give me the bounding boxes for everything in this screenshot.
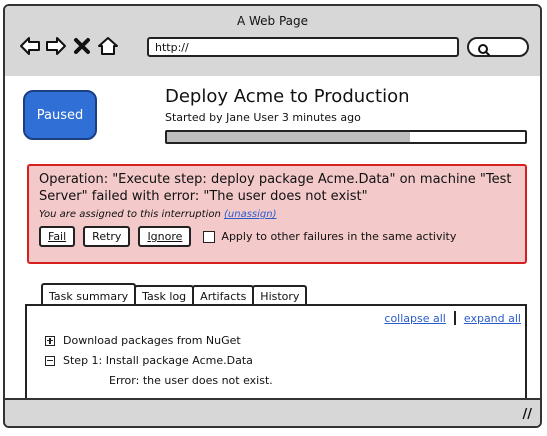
deployment-title: Deploy Acme to Production [165, 86, 410, 107]
fail-button[interactable]: Fail [39, 226, 76, 247]
apply-to-other-label: Apply to other failures in the same acti… [221, 230, 457, 243]
address-bar[interactable]: http:// [147, 37, 459, 57]
collapse-all-link[interactable]: collapse all [384, 312, 445, 325]
nav-buttons [19, 32, 123, 60]
assignment-text: You are assigned to this interruption [39, 209, 221, 220]
assignment-note: You are assigned to this interruption (u… [39, 209, 515, 220]
task-label: Download packages from NuGet [63, 334, 241, 347]
apply-to-other-checkbox[interactable] [203, 230, 216, 243]
list-item[interactable]: Step 1: Install package Acme.Data [45, 354, 253, 367]
tab-artifacts[interactable]: Artifacts [192, 285, 255, 305]
page-content: Paused Deploy Acme to Production Started… [5, 76, 540, 404]
browser-toolbar: A Web Page http:// [5, 6, 540, 78]
stop-icon[interactable] [71, 35, 93, 57]
page-title: A Web Page [236, 14, 309, 28]
browser-window: A Web Page http:// Paused Deploy Acme to… [3, 4, 542, 428]
home-icon[interactable] [97, 35, 119, 57]
action-buttons: Fail Retry Ignore Apply to other failure… [39, 226, 515, 247]
list-item[interactable]: Download packages from NuGet [45, 334, 241, 347]
task-error-text: Error: the user does not exist. [109, 374, 273, 387]
deployment-subtitle: Started by Jane User 3 minutes ago [165, 111, 361, 124]
panel-links: collapse all expand all [384, 311, 521, 325]
ignore-button[interactable]: Ignore [138, 226, 192, 247]
task-summary-panel: collapse all expand all Download package… [25, 304, 527, 404]
tab-task-summary[interactable]: Task summary [41, 283, 137, 305]
task-label: Step 1: Install package Acme.Data [63, 354, 253, 367]
unassign-link[interactable]: (unassign) [224, 209, 277, 220]
error-message: Operation: "Execute step: deploy package… [39, 172, 512, 204]
forward-arrow-icon[interactable] [45, 35, 67, 57]
expand-all-link[interactable]: expand all [464, 312, 521, 325]
progress-fill [167, 132, 411, 142]
status-badge: Paused [23, 90, 97, 140]
link-separator [453, 311, 456, 325]
resize-grip-icon[interactable]: // [523, 407, 533, 422]
tab-task-log[interactable]: Task log [134, 285, 195, 305]
deployment-progress-bar [165, 130, 527, 144]
error-alert: Operation: "Execute step: deploy package… [27, 164, 527, 264]
ignore-button-label: Ignore [147, 230, 183, 243]
fail-button-label: Fail [48, 230, 67, 243]
search-input[interactable] [467, 37, 529, 57]
status-bar: // [5, 398, 540, 426]
collapse-icon[interactable] [45, 355, 55, 366]
retry-button[interactable]: Retry [83, 226, 131, 247]
back-arrow-icon[interactable] [19, 35, 41, 57]
tab-history[interactable]: History [252, 285, 308, 305]
tab-strip: Task summary Task log Artifacts History [41, 283, 308, 305]
search-icon [477, 41, 491, 60]
expand-icon[interactable] [45, 335, 55, 346]
